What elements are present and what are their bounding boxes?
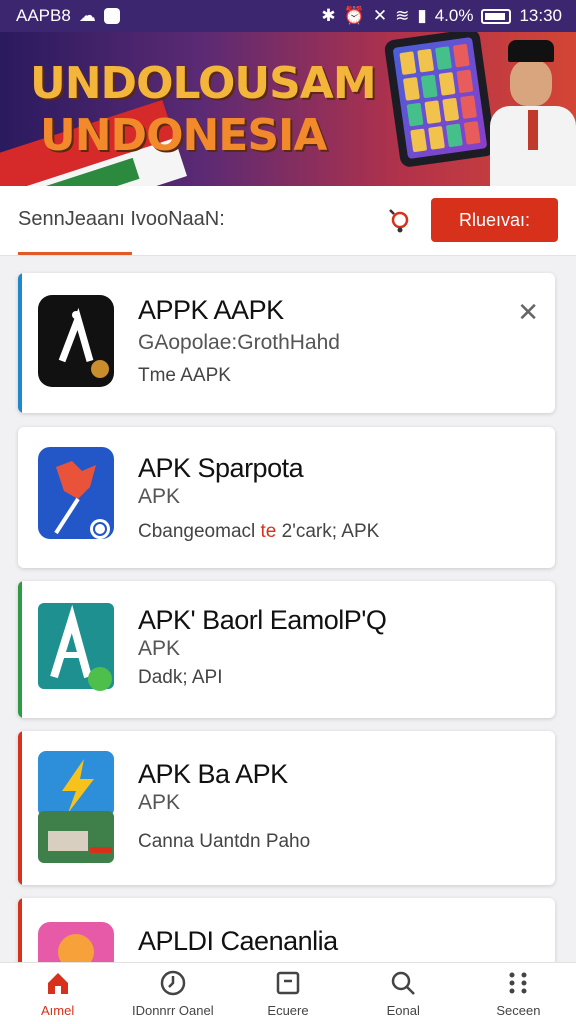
status-app-name: AAPB8: [16, 6, 71, 25]
app-subtitle: APK: [138, 485, 181, 508]
teal-a-logo-icon: [38, 603, 114, 691]
home-icon: [47, 973, 68, 994]
search-input[interactable]: SennJeaanı IvooNaaN:: [18, 208, 225, 231]
alarm-icon: ⏰: [343, 6, 365, 25]
lightning-logo-icon: [38, 751, 114, 863]
battery-icon: [481, 8, 512, 24]
pin-icon[interactable]: [384, 206, 414, 236]
square-icon: [276, 971, 300, 995]
app-subtitle: APK: [138, 791, 181, 814]
promo-banner[interactable]: UNDOLOUSAM UNDONESIA: [0, 32, 576, 186]
search-bar[interactable]: SennJeaanı IvooNaaN: Rlueıvaı:: [0, 186, 576, 256]
black-a-logo-icon: [38, 295, 114, 387]
card-accent: [18, 273, 22, 413]
search-icon: [391, 971, 416, 995]
nav-search[interactable]: Eonal: [346, 963, 461, 1024]
nav-label: IDonnrr Oanel: [131, 1003, 214, 1018]
banner-headline-1: UNDOLOUSAM: [30, 58, 377, 109]
tablet-illustration: [383, 32, 497, 169]
app-card[interactable]: APK' Baorl EamolP'Q APK Dadk; API: [18, 581, 555, 718]
nav-label: Eonal: [386, 1003, 420, 1018]
nav-label: Seceen: [496, 1003, 541, 1018]
app-description: Tme AAPK: [138, 365, 231, 386]
app-title: APK Sparpota: [138, 453, 304, 483]
app-notification-icon: [103, 8, 120, 24]
card-accent: [18, 581, 22, 718]
nav-home[interactable]: Aımel: [0, 963, 115, 1024]
app-description: Canna Uantdn Paho: [138, 831, 311, 852]
notification-icon: ☁: [78, 6, 96, 25]
app-title: APK Ba APK: [138, 759, 288, 789]
app-description: Cbangeomacl te 2'cark; APK: [138, 521, 380, 542]
banner-headline-2: UNDONESIA: [40, 110, 327, 161]
card-accent: [18, 731, 22, 885]
app-card[interactable]: APK Ba APK APK Canna Uantdn Paho: [18, 731, 555, 885]
battery-percent: 4.0%: [434, 6, 474, 25]
clock-icon: [160, 970, 186, 996]
status-time: 13:30: [519, 6, 562, 25]
app-title: APPK AAPK: [138, 295, 284, 325]
app-card[interactable]: APPK AAPK GAopolae:GrothHahd Tme AAPK ✕: [18, 273, 555, 413]
grid-icon: [509, 972, 527, 994]
red-leaf-logo-icon: [38, 447, 114, 539]
status-bar: AAPB8 ☁ ✱ ⏰ ✕ ≋ ▮ 4.0% 13:30: [0, 0, 576, 32]
signal-icon: ▮: [417, 6, 427, 25]
wifi-icon: ≋: [395, 6, 410, 25]
nav-more[interactable]: Seceen: [461, 963, 576, 1024]
app-description: Dadk; API: [138, 667, 223, 688]
search-button[interactable]: Rlueıvaı:: [431, 198, 558, 242]
bluetooth-icon: ✱: [321, 6, 336, 25]
app-title: APLDI Caenanlia: [138, 926, 338, 956]
bottom-nav: Aımel IDonnrr Oanel Ecuere Eonal Seceen: [0, 962, 576, 1024]
app-subtitle: APK: [138, 637, 181, 660]
app-card[interactable]: APK Sparpota APK Cbangeomacl te 2'cark; …: [18, 427, 555, 568]
person-illustration: [490, 40, 576, 186]
close-icon[interactable]: ✕: [517, 297, 539, 328]
app-subtitle: GAopolae:GrothHahd: [138, 331, 340, 354]
nav-label: Aımel: [40, 1003, 75, 1018]
nav-explore[interactable]: Ecuere: [230, 963, 345, 1024]
app-title: APK' Baorl EamolP'Q: [138, 605, 387, 635]
nav-history[interactable]: IDonnrr Oanel: [115, 963, 230, 1024]
search-underline: [18, 252, 132, 255]
nav-label: Ecuere: [267, 1003, 309, 1018]
mute-icon: ✕: [372, 6, 388, 25]
